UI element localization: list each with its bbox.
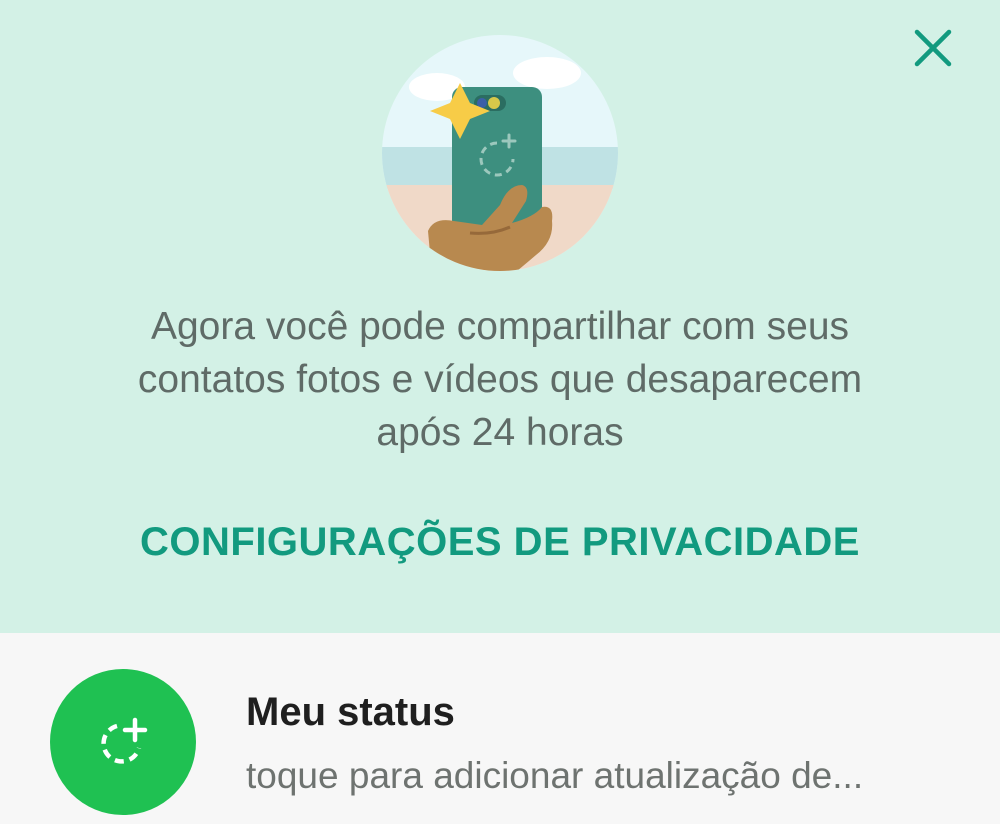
message-line-1: Agora você pode compartilhar com seus xyxy=(150,305,850,348)
message-line-2: contatos fotos e vídeos que desaparecem xyxy=(137,358,863,401)
privacy-settings-link[interactable]: CONFIGURAÇÕES DE PRIVACIDADE xyxy=(0,520,1000,565)
my-status-row[interactable]: Meu status toque para adicionar atualiza… xyxy=(0,633,1000,824)
close-icon xyxy=(914,29,952,67)
my-status-avatar[interactable] xyxy=(50,669,196,815)
close-button[interactable] xyxy=(905,20,961,76)
my-status-subtitle: toque para adicionar atualização de... xyxy=(246,755,864,796)
status-intro-banner: Agora você pode compartilhar com seus co… xyxy=(0,0,1000,633)
my-status-title: Meu status xyxy=(246,690,455,734)
selfie-phone-illustration xyxy=(382,35,618,271)
message-line-3: após 24 horas xyxy=(376,411,624,454)
status-intro-message: Agora você pode compartilhar com seus co… xyxy=(60,300,940,459)
status-add-icon xyxy=(101,717,148,764)
